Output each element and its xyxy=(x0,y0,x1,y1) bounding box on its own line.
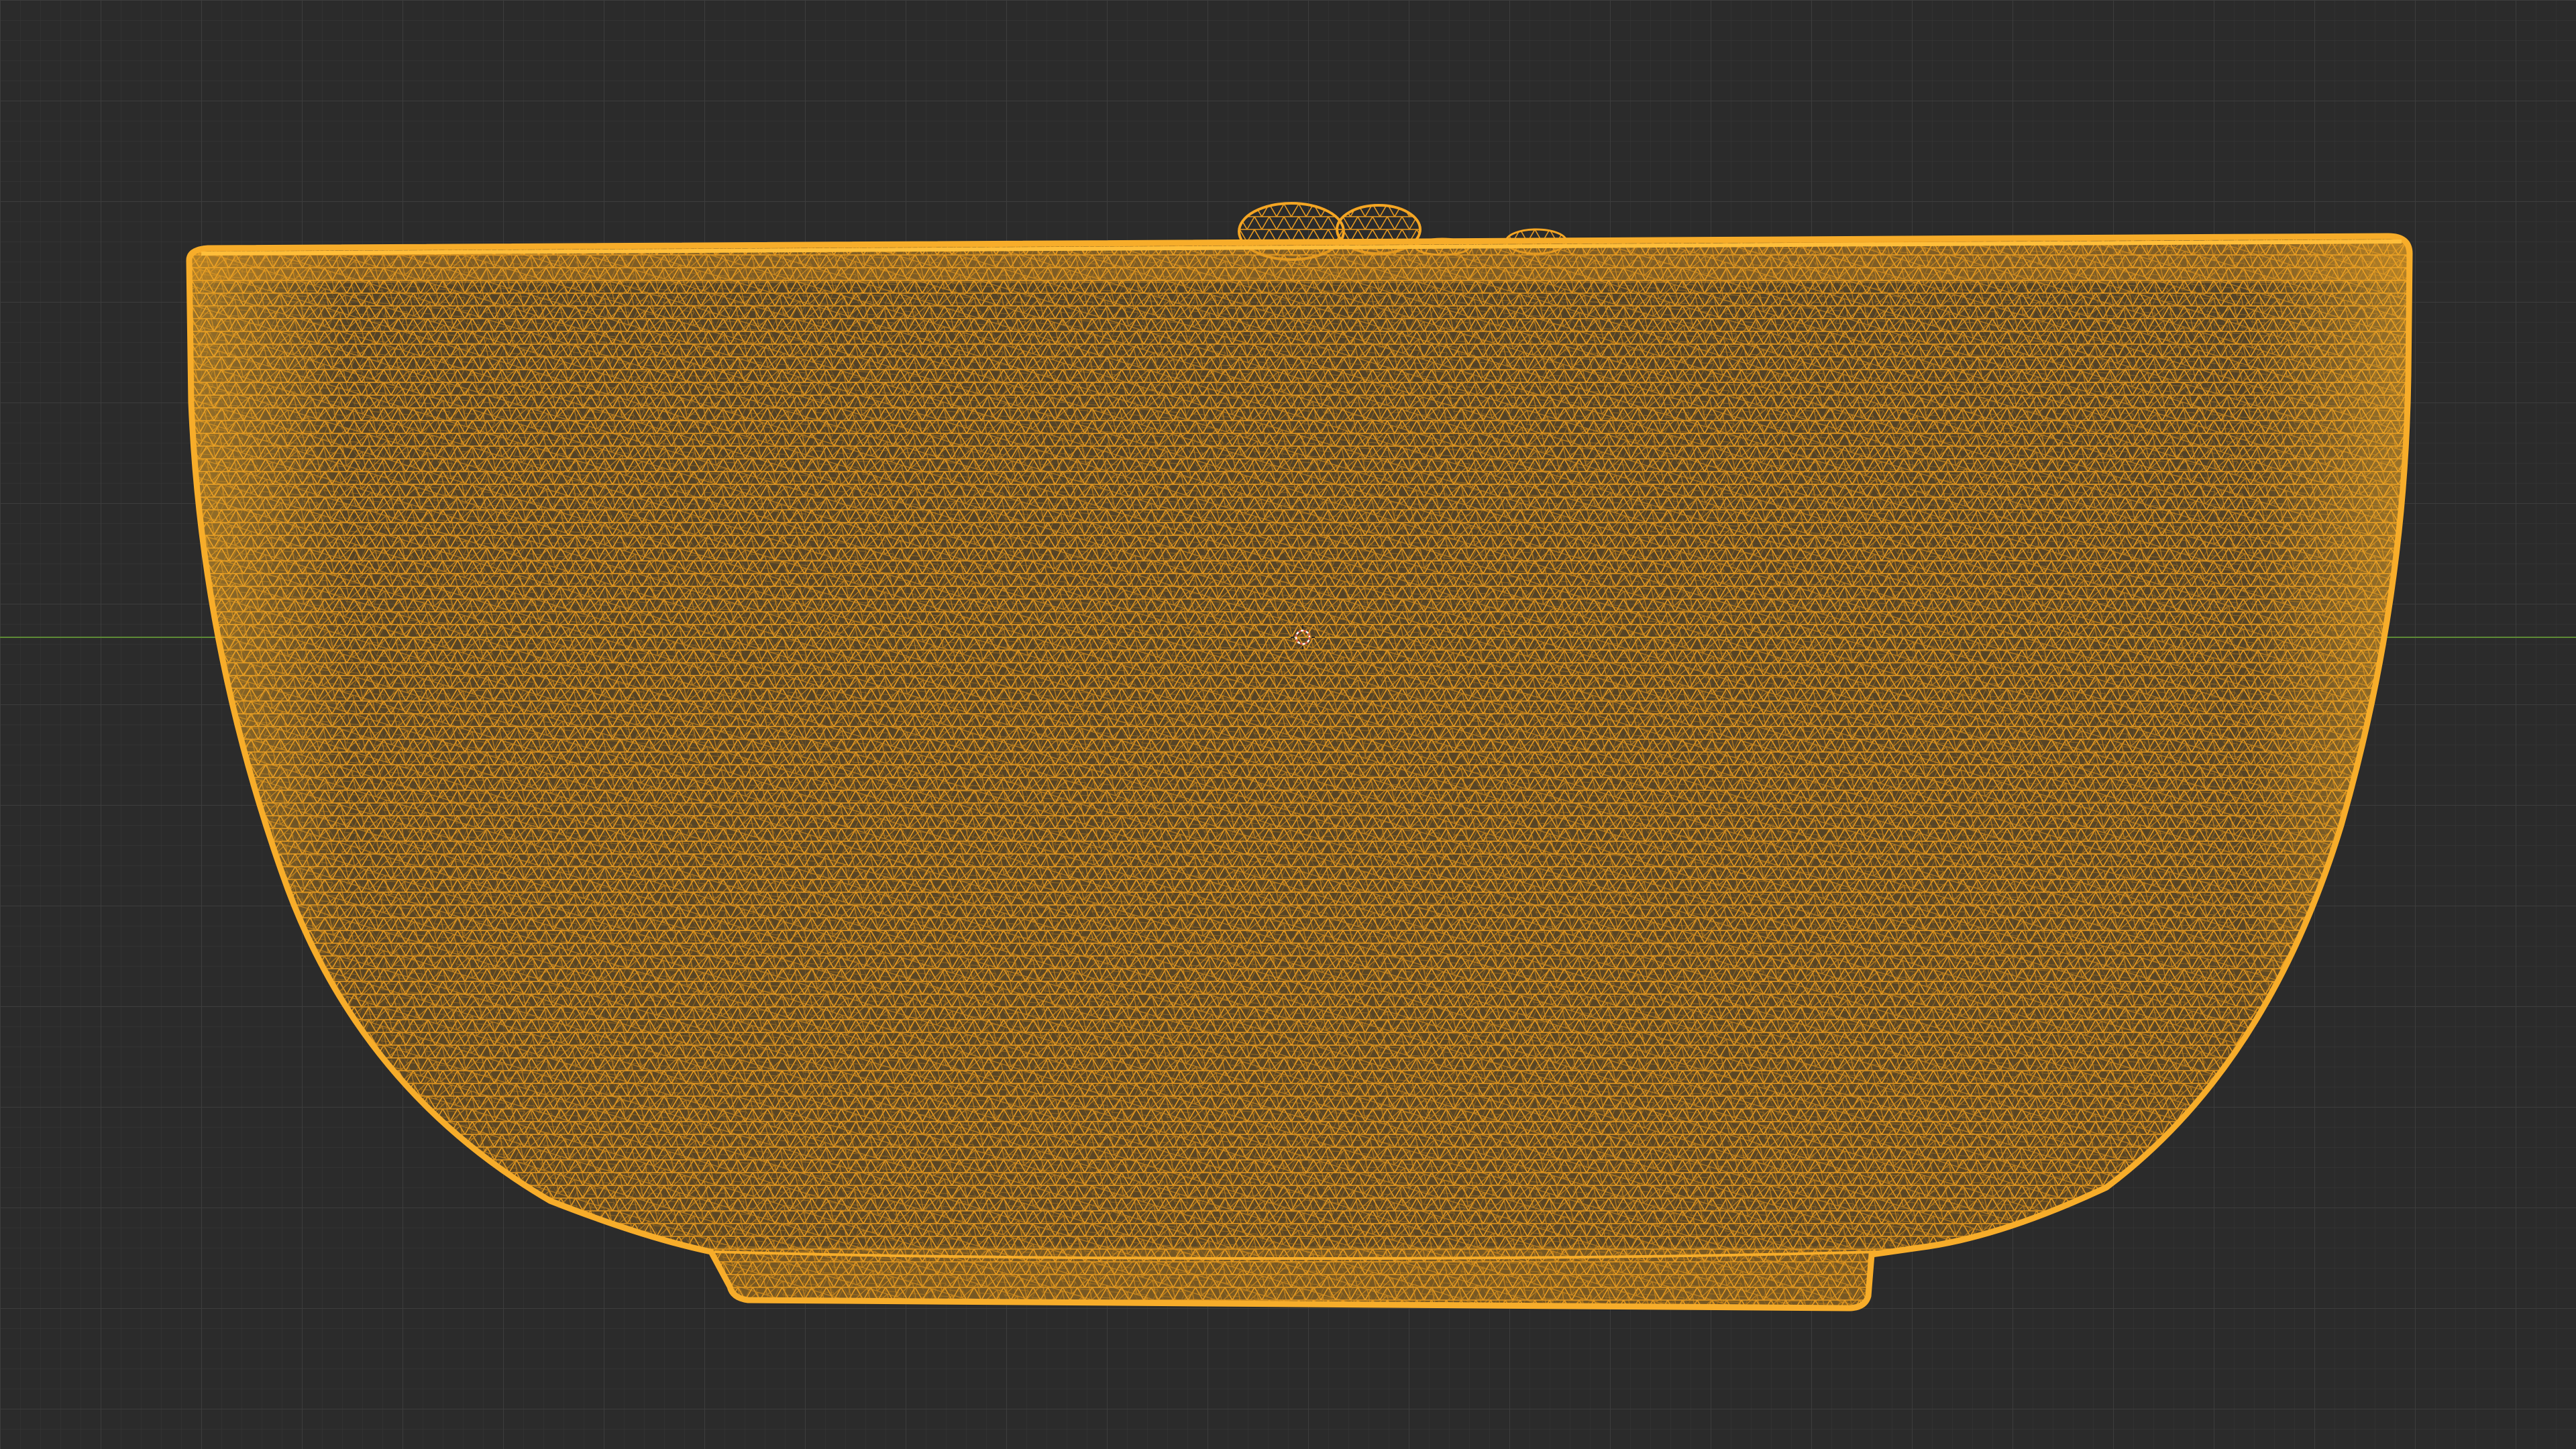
bowl-wireframe-body xyxy=(189,236,2410,1308)
bowl-mesh[interactable] xyxy=(168,202,2428,1328)
viewport-canvas[interactable] xyxy=(0,0,2576,1449)
3d-viewport[interactable] xyxy=(0,0,2576,1449)
